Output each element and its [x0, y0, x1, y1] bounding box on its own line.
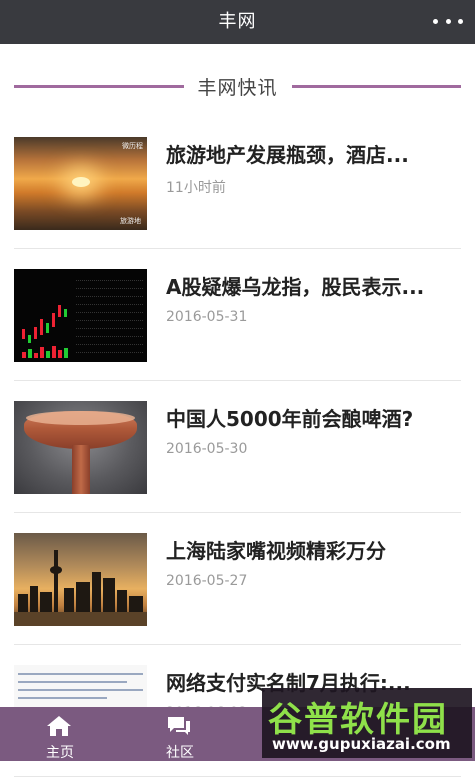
news-time: 11小时前	[166, 180, 226, 196]
tab-community-label: 社区	[166, 745, 194, 761]
section-title: 丰网快讯	[197, 76, 278, 99]
top-bar: 丰网	[0, 0, 475, 44]
news-item[interactable]: 微历程 旅游地 旅游地产发展瓶颈，酒店... 11小时前	[14, 117, 461, 249]
app-title: 丰网	[218, 11, 257, 32]
news-thumbnail-city-skyline	[14, 533, 147, 626]
thumbnail-watermark: 微历程	[122, 142, 143, 150]
news-thumbnail-stock-chart	[14, 269, 147, 362]
news-item[interactable]: 上海陆家嘴视频精彩万分 2016-05-27	[14, 513, 461, 645]
news-title[interactable]: 中国人5000年前会酿啤酒?	[166, 403, 461, 432]
tab-home[interactable]: 主页	[0, 707, 120, 761]
section-divider-left	[14, 84, 184, 88]
news-time: 2016-05-30	[166, 441, 248, 457]
section-header: 丰网快讯	[14, 68, 462, 104]
news-thumbnail-sunset: 微历程 旅游地	[14, 137, 147, 230]
news-item[interactable]: A股疑爆乌龙指，股民表示... 2016-05-31	[14, 249, 461, 381]
thumbnail-watermark: 旅游地	[120, 217, 141, 225]
news-thumbnail-pottery-cup	[14, 401, 147, 494]
news-item[interactable]: 中国人5000年前会酿啤酒? 2016-05-30	[14, 381, 461, 513]
sun-shape	[72, 177, 90, 187]
watermark-title: 谷普软件园	[268, 700, 448, 740]
news-time: 2016-05-31	[166, 309, 248, 325]
news-title[interactable]: A股疑爆乌龙指，股民表示...	[166, 271, 461, 300]
more-options-icon[interactable]	[433, 17, 463, 25]
watermark-url: www.gupuxiazai.com	[272, 735, 451, 753]
tab-home-label: 主页	[46, 745, 74, 761]
news-title[interactable]: 上海陆家嘴视频精彩万分	[166, 535, 461, 564]
site-watermark: 谷普软件园 www.gupuxiazai.com	[262, 688, 472, 758]
chat-icon	[168, 717, 190, 735]
news-title[interactable]: 旅游地产发展瓶颈，酒店...	[166, 139, 461, 168]
home-icon	[47, 716, 71, 736]
section-divider-right	[291, 84, 462, 88]
tab-community[interactable]: 社区	[120, 707, 240, 761]
news-list: 微历程 旅游地 旅游地产发展瓶颈，酒店... 11小时前 A股疑爆乌龙指，股民表…	[14, 117, 461, 777]
news-time: 2016-05-27	[166, 573, 248, 589]
